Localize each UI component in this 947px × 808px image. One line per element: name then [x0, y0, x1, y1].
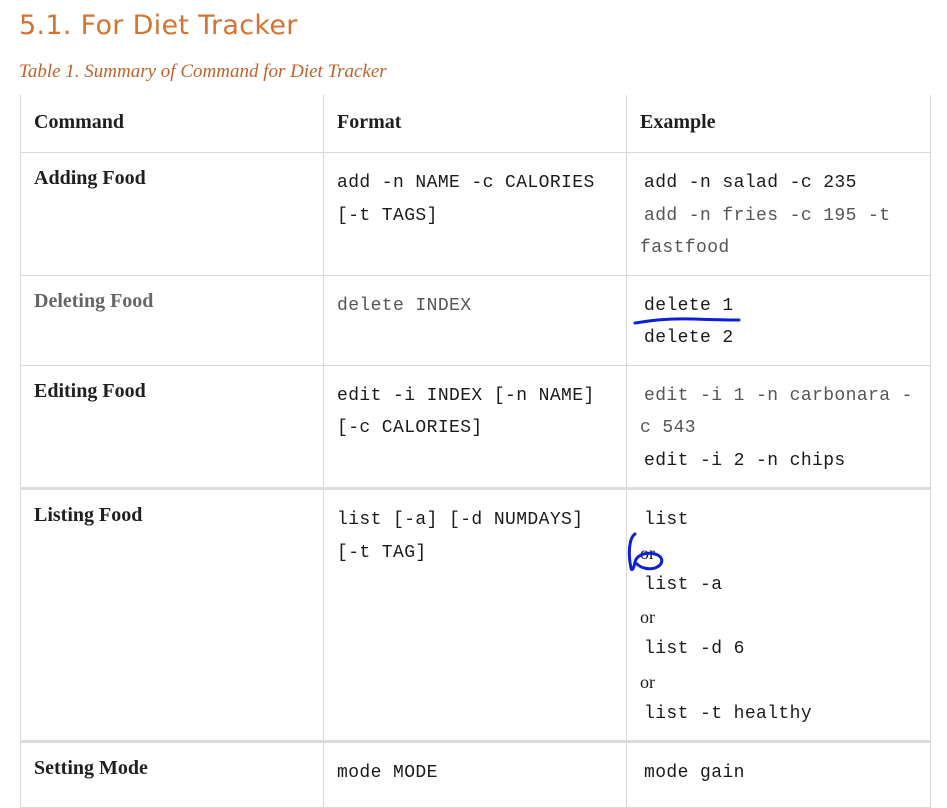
example-line: add -n fries -c 195 -t fastfood — [640, 205, 891, 259]
command-name: Deleting Food — [34, 289, 154, 312]
command-name: Setting Mode — [34, 757, 148, 779]
format-text: add -n NAME -c CALORIES [-t TAGS] — [337, 173, 595, 226]
command-cell: Editing Food — [20, 364, 324, 489]
example-cell: add -n salad -c 235 add -n fries -c 195 … — [626, 152, 931, 276]
command-cell: Adding Food — [20, 152, 324, 276]
command-cell: Setting Mode — [20, 740, 324, 808]
format-text: mode MODE — [337, 763, 438, 783]
example-cell: list or list -a or list -d 6 or list -t … — [626, 487, 931, 742]
format-cell: mode MODE — [323, 740, 627, 808]
format-cell: delete INDEX — [323, 274, 627, 366]
or-separator: or — [640, 607, 655, 627]
example-line: edit -i 2 -n chips — [644, 450, 846, 471]
format-cell: add -n NAME -c CALORIES [-t TAGS] — [323, 152, 627, 276]
example-line: mode gain — [644, 763, 745, 783]
format-cell: list [-a] [-d NUMDAYS] [-t TAG] — [323, 487, 627, 742]
example-line: add -n salad -c 235 — [644, 173, 857, 193]
example-line: delete 1 — [644, 295, 734, 316]
section-title: 5.1. For Diet Tracker — [19, 10, 298, 41]
command-summary-table: Command Format Example Adding Food add -… — [20, 95, 931, 808]
or-separator: or — [640, 671, 655, 692]
example-cell: mode gain — [626, 740, 931, 808]
format-text: edit -i INDEX [-n NAME] [-c CALORIES] — [337, 385, 595, 439]
example-line: list -d 6 — [644, 639, 745, 659]
command-cell: Deleting Food — [20, 274, 324, 366]
example-line: list -t healthy — [644, 703, 813, 724]
example-cell: delete 1 delete 2 — [626, 274, 931, 366]
example-line: delete 2 — [644, 328, 734, 348]
example-line: list — [644, 510, 689, 530]
table-row: Setting Mode mode MODE mode gain — [20, 740, 931, 808]
format-cell: edit -i INDEX [-n NAME] [-c CALORIES] — [323, 364, 627, 489]
table-row: Listing Food list [-a] [-d NUMDAYS] [-t … — [20, 487, 931, 742]
command-name: Listing Food — [34, 504, 143, 526]
command-name: Adding Food — [34, 167, 146, 189]
table-row: Deleting Food delete INDEX delete 1 dele… — [20, 274, 931, 366]
or-separator: or — [640, 542, 655, 563]
header-example: Example — [626, 95, 931, 153]
table-row: Editing Food edit -i INDEX [-n NAME] [-c… — [20, 364, 931, 489]
header-command: Command — [20, 95, 324, 153]
example-cell: edit -i 1 -n carbonara -c 543 edit -i 2 … — [626, 364, 931, 489]
command-cell: Listing Food — [20, 487, 324, 742]
table-caption: Table 1. Summary of Command for Diet Tra… — [19, 61, 387, 82]
table-header-row: Command Format Example — [20, 95, 931, 153]
format-text: list [-a] [-d NUMDAYS] [-t TAG] — [337, 510, 584, 563]
header-format: Format — [323, 95, 627, 153]
command-name: Editing Food — [34, 379, 146, 402]
example-line: edit -i 1 -n carbonara -c 543 — [640, 385, 913, 439]
example-line: list -a — [644, 574, 723, 595]
format-text: delete INDEX — [337, 295, 472, 316]
table-row: Adding Food add -n NAME -c CALORIES [-t … — [20, 152, 931, 276]
